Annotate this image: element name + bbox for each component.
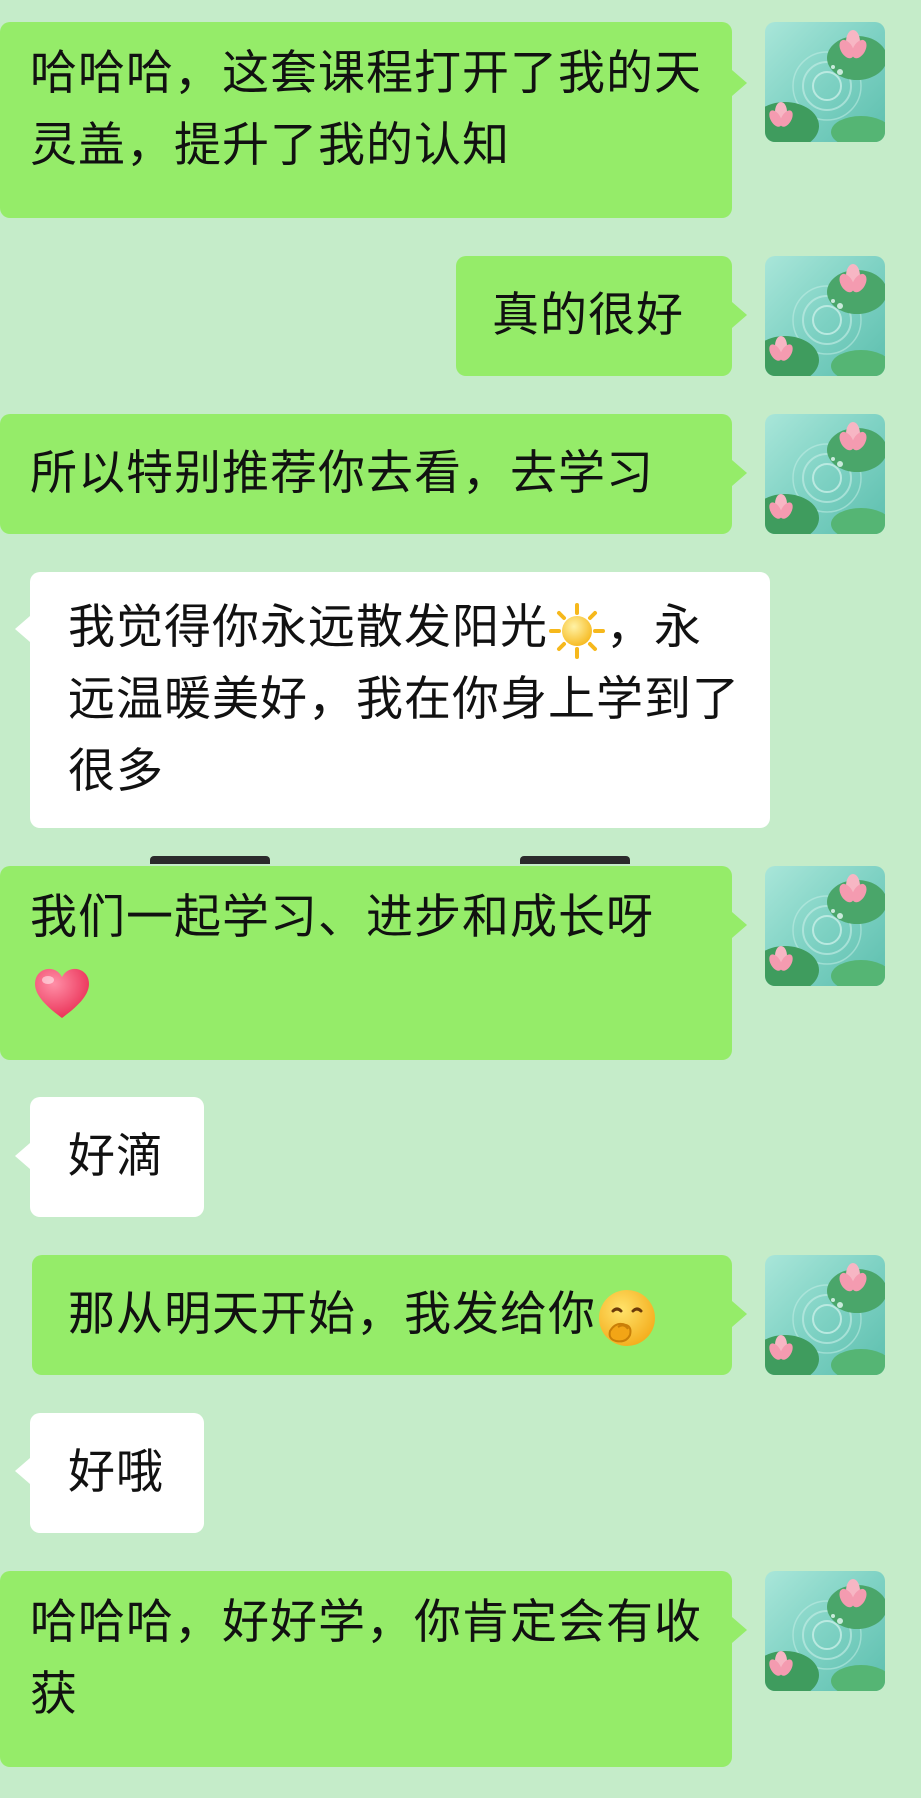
- lotus-pond-avatar-icon[interactable]: [765, 1571, 885, 1691]
- incoming-message-bubble[interactable]: 好滴: [30, 1097, 204, 1217]
- bubble-tail: [15, 1458, 30, 1484]
- shushing-face-emoji-icon: [596, 1287, 658, 1349]
- lotus-pond-avatar-icon[interactable]: [765, 1255, 885, 1375]
- message-text: 所以特别推荐你去看，去学习: [30, 446, 654, 501]
- message-text-part1: 我觉得你永远散发阳光: [68, 600, 548, 655]
- message-text: 那从明天开始，我发给你: [68, 1287, 596, 1342]
- outgoing-message-bubble[interactable]: 真的很好: [456, 256, 732, 376]
- lotus-pond-avatar-icon[interactable]: [765, 866, 885, 986]
- bubble-tail: [732, 912, 747, 938]
- lotus-pond-avatar-icon[interactable]: [765, 256, 885, 376]
- message-text: 真的很好: [492, 288, 684, 343]
- background-strip: [520, 856, 630, 864]
- bubble-tail: [732, 302, 747, 328]
- bubble-tail: [732, 1617, 747, 1643]
- outgoing-message-bubble[interactable]: 那从明天开始，我发给你: [32, 1255, 732, 1375]
- outgoing-message-bubble[interactable]: 所以特别推荐你去看，去学习: [0, 414, 732, 534]
- outgoing-message-bubble[interactable]: 哈哈哈，这套课程打开了我的天灵盖，提升了我的认知: [0, 22, 732, 218]
- sun-emoji-icon: [548, 602, 606, 660]
- bubble-tail: [732, 460, 747, 486]
- outgoing-message-bubble[interactable]: 哈哈哈，好好学，你肯定会有收获: [0, 1571, 732, 1767]
- background-strip: [150, 856, 270, 864]
- bubble-tail: [15, 1143, 30, 1169]
- message-text: 哈哈哈，好好学，你肯定会有收获: [30, 1595, 702, 1722]
- message-text: 好哦: [68, 1445, 164, 1500]
- message-text: 哈哈哈，这套课程打开了我的天灵盖，提升了我的认知: [30, 46, 702, 173]
- bubble-tail: [15, 616, 30, 642]
- heart-emoji-icon: [30, 964, 94, 1022]
- incoming-message-bubble[interactable]: 我觉得你永远散发阳光 ，永远温暖美好，我在你身上学到了很多: [30, 572, 770, 828]
- bubble-tail: [732, 1301, 747, 1327]
- outgoing-message-bubble[interactable]: 我们一起学习、进步和成长呀: [0, 866, 732, 1060]
- lotus-pond-avatar-icon[interactable]: [765, 22, 885, 142]
- message-text: 好滴: [68, 1129, 164, 1184]
- lotus-pond-avatar-icon[interactable]: [765, 414, 885, 534]
- incoming-message-bubble[interactable]: 好哦: [30, 1413, 204, 1533]
- bubble-tail: [732, 70, 747, 96]
- message-text: 我们一起学习、进步和成长呀: [30, 890, 654, 945]
